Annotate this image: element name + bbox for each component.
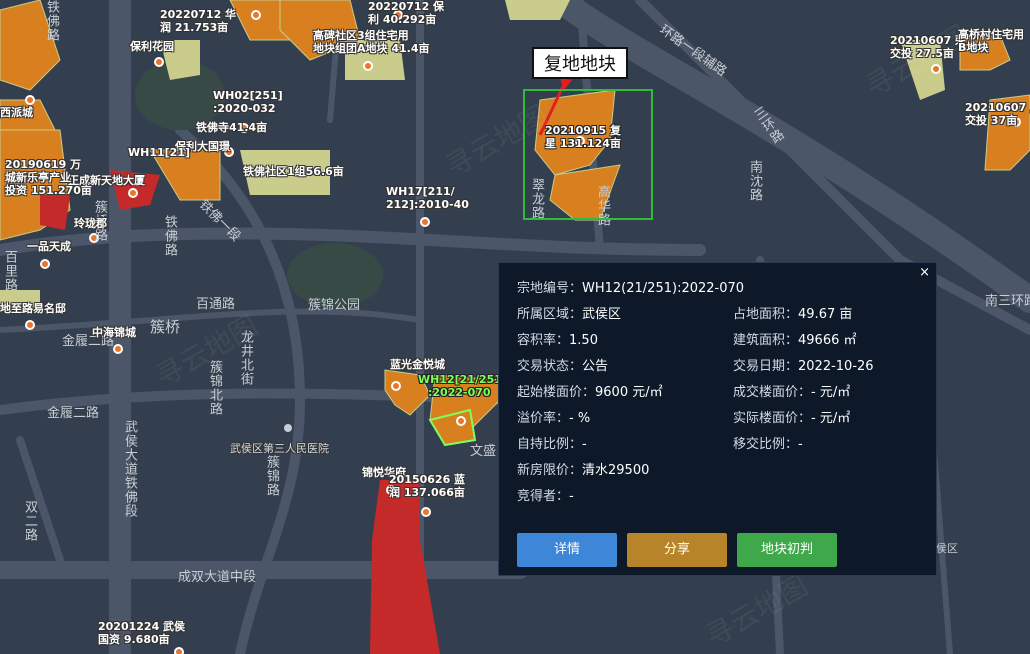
land-info-popup: × 宗地编号：WH12(21/251):2022-070 所属区域：武侯区 占地… xyxy=(498,262,937,576)
info-value: 公告 xyxy=(582,359,609,374)
info-label: 移交比例： xyxy=(733,437,799,452)
info-label: 自持比例： xyxy=(517,437,583,452)
info-label: 占地面积： xyxy=(733,307,799,322)
land-judge-button[interactable]: 地块初判 xyxy=(737,533,837,567)
plot-label[interactable]: 西派城 xyxy=(0,106,33,119)
share-button[interactable]: 分享 xyxy=(627,533,727,567)
info-row-winner: 竞得者：- xyxy=(517,487,574,507)
road-label: 铁佛路 xyxy=(162,215,177,257)
info-label: 容积率： xyxy=(517,333,570,348)
plot-label[interactable]: 铁佛社区1组56.6亩 xyxy=(243,165,344,178)
info-label: 起始楼面价： xyxy=(517,385,596,400)
info-row-price-limit: 新房限价：清水29500 xyxy=(517,461,649,481)
road-label: 南三环路 xyxy=(985,294,1030,309)
close-icon[interactable]: × xyxy=(919,265,930,280)
info-label: 交易日期： xyxy=(733,359,799,374)
road-label: 簇锦公园 xyxy=(308,298,361,313)
road-label: 簇锦北路 xyxy=(207,360,222,416)
info-value: 1.50 xyxy=(569,333,598,348)
road-label: 簇锦路 xyxy=(264,455,279,497)
info-row-status: 交易状态：公告 xyxy=(517,357,608,377)
info-label: 实际楼面价： xyxy=(733,411,812,426)
info-value: - xyxy=(569,489,574,504)
info-row-plot-ratio: 容积率：1.50 xyxy=(517,331,598,351)
plot-label[interactable]: 20220712 保 利 40.292亩 xyxy=(368,0,444,26)
info-row-deal-price: 成交楼面价：- 元/㎡ xyxy=(733,383,850,403)
info-label: 成交楼面价： xyxy=(733,385,812,400)
info-row-land-area: 占地面积：49.67 亩 xyxy=(733,305,852,325)
plot-label[interactable]: 中海锦城 xyxy=(92,326,136,339)
callout-label: 复地地块 xyxy=(532,47,628,79)
info-value: - xyxy=(582,437,587,452)
info-row-start-price: 起始楼面价：9600 元/㎡ xyxy=(517,383,663,403)
map-view[interactable]: 寻云地图 寻云地图 寻云地图 寻云地图 三环路 铁佛路 铁佛路 百通路 簇桥 金… xyxy=(0,0,1030,654)
road-label: 百里路 xyxy=(2,250,17,292)
info-value: 武侯区 xyxy=(582,307,622,322)
plot-label[interactable]: WH11[21] xyxy=(128,146,190,159)
info-value: - xyxy=(798,437,803,452)
plot-label: 武侯区第三人民医院 xyxy=(230,442,329,455)
road-label: 簇桥 xyxy=(150,318,181,336)
target-plot-label[interactable]: WH12[21/251 :2022-070 xyxy=(418,373,502,399)
road-label: 百通路 xyxy=(196,297,236,312)
road-label: 龙井北街 xyxy=(238,330,253,386)
plot-label[interactable]: 20190619 万 城新乐亭产业 投资 151.270亩 xyxy=(5,158,92,197)
target-plot-line2: :2022-070 xyxy=(428,386,491,399)
details-button[interactable]: 详情 xyxy=(517,533,617,567)
info-label: 建筑面积： xyxy=(733,333,799,348)
info-label: 交易状态： xyxy=(517,359,583,374)
info-value: - 元/㎡ xyxy=(811,385,851,400)
plot-label[interactable]: 20150626 蓝 润 137.066亩 xyxy=(389,473,465,499)
info-row-district: 所属区域：武侯区 xyxy=(517,305,621,325)
info-value: 49666 ㎡ xyxy=(798,333,857,348)
plot-label[interactable]: 保利花园 xyxy=(130,40,174,53)
road-label: 南沈路 xyxy=(747,160,762,202)
info-value: 2022-10-26 xyxy=(798,359,874,374)
highlight-box xyxy=(523,89,653,220)
info-label: 宗地编号： xyxy=(517,281,583,296)
info-label: 新房限价： xyxy=(517,463,583,478)
info-row-self-hold: 自持比例：- xyxy=(517,435,587,455)
highlight-plot-label[interactable]: 20210915 复 星 131.124亩 xyxy=(543,124,623,150)
road-label: 武侯大道铁佛段 xyxy=(122,420,137,518)
info-row-premium: 溢价率：- % xyxy=(517,409,590,429)
road-label: 铁佛路 xyxy=(44,0,59,42)
info-value: WH12(21/251):2022-070 xyxy=(582,281,745,296)
target-plot-line1: WH12[21/251 xyxy=(418,373,502,386)
info-value: 49.67 亩 xyxy=(798,307,853,322)
plot-label[interactable]: 20220712 华 润 21.753亩 xyxy=(160,8,236,34)
highlight-label-line2: 星 131.124亩 xyxy=(545,137,621,150)
road-label: 成双大道中段 xyxy=(178,570,257,585)
info-row-trade-date: 交易日期：2022-10-26 xyxy=(733,357,874,377)
info-label: 所属区域： xyxy=(517,307,583,322)
highlight-label-line1: 20210915 复 xyxy=(544,124,622,137)
info-row-building-area: 建筑面积：49666 ㎡ xyxy=(733,331,857,351)
plot-label[interactable]: 地至路易名邸 xyxy=(0,302,66,315)
road-label: 双二路 xyxy=(22,500,37,542)
info-value: - 元/㎡ xyxy=(811,411,851,426)
plot-label[interactable]: 玲珑郡 xyxy=(74,217,107,230)
plot-label[interactable]: 20210607 荣 交投 27.5亩 xyxy=(890,34,966,60)
plot-label[interactable]: 蓝光金悦城 xyxy=(390,358,445,371)
info-row-parcel-id: 宗地编号：WH12(21/251):2022-070 xyxy=(517,279,744,299)
plot-label[interactable]: WH02[251] :2020-032 xyxy=(213,89,283,115)
info-row-transfer: 移交比例：- xyxy=(733,435,803,455)
info-value: 9600 元/㎡ xyxy=(595,385,663,400)
info-row-actual-price: 实际楼面价：- 元/㎡ xyxy=(733,409,850,429)
plot-label[interactable]: 20201224 武侯 国资 9.680亩 xyxy=(98,620,185,646)
plot-label[interactable]: 高桥村住宅用 B地块 xyxy=(958,28,1024,54)
info-label: 竞得者： xyxy=(517,489,570,504)
road-label: 文盛 xyxy=(470,444,497,459)
plot-label[interactable]: 高碑社区3组住宅用 地块组团A地块 41.4亩 xyxy=(313,29,429,55)
plot-label[interactable]: 铁佛寺41.4亩 xyxy=(196,121,267,134)
plot-label[interactable]: WH17[211/ 212]:2010-40 xyxy=(386,185,469,211)
plot-label[interactable]: 一品天成 xyxy=(27,240,71,253)
info-value: - % xyxy=(569,411,591,426)
info-label: 溢价率： xyxy=(517,411,570,426)
plot-label[interactable]: 20210607 成 交投 37亩 xyxy=(965,101,1030,127)
road-label: 金履二路 xyxy=(47,406,100,421)
info-value: 清水29500 xyxy=(582,463,650,478)
